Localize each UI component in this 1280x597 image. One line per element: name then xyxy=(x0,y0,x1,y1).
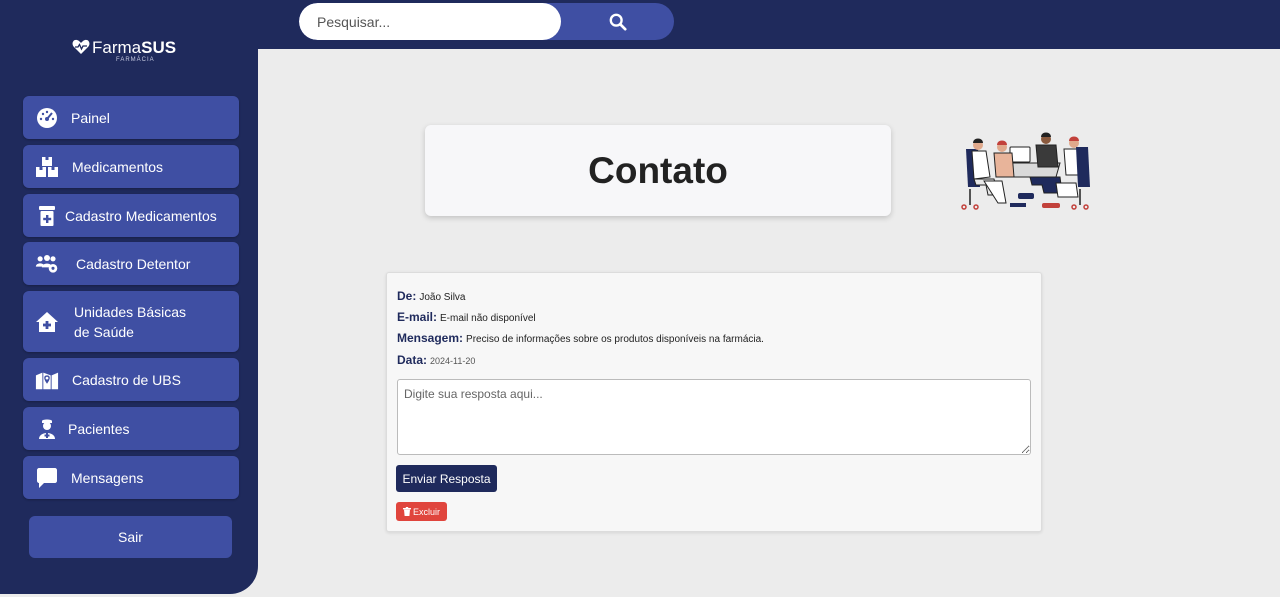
sidebar-item-painel[interactable]: Painel xyxy=(23,96,239,139)
sidebar-item-cadastro-detentor[interactable]: Cadastro Detentor xyxy=(23,242,239,285)
page-title-card: Contato xyxy=(425,125,891,216)
sidebar: FarmaSUS FARMÁCIA Painel Medicamentos Ca… xyxy=(0,0,258,594)
search-button[interactable] xyxy=(561,3,674,40)
reply-textarea[interactable] xyxy=(397,379,1031,455)
logo-text: FarmaSUS xyxy=(92,38,177,57)
message-card: De: João Silva E-mail: E-mail não disponív… xyxy=(386,272,1042,532)
logo: FarmaSUS FARMÁCIA xyxy=(72,36,182,66)
search-bar xyxy=(299,3,674,40)
user-nurse-icon xyxy=(35,417,59,441)
boxes-icon xyxy=(35,155,59,179)
gauge-icon xyxy=(35,106,59,130)
from-label: De: xyxy=(397,289,417,303)
sidebar-item-label: Mensagens xyxy=(71,469,144,486)
message-value: Preciso de informações sobre os produtos… xyxy=(466,334,764,345)
logout-button[interactable]: Sair xyxy=(29,516,232,558)
delete-button[interactable]: Excluir xyxy=(396,502,447,521)
sidebar-item-medicamentos[interactable]: Medicamentos xyxy=(23,145,239,188)
sidebar-item-label: Medicamentos xyxy=(72,158,164,175)
sidebar-item-label: Cadastro de UBS xyxy=(72,371,181,388)
sidebar-item-mensagens[interactable]: Mensagens xyxy=(23,456,239,499)
sidebar-item-label: Painel xyxy=(71,109,110,126)
sidebar-item-cadastro-medicamentos[interactable]: Cadastro Medicamentos xyxy=(23,194,239,237)
send-reply-button[interactable]: Enviar Resposta xyxy=(396,465,497,492)
page-title: Contato xyxy=(588,149,728,191)
sidebar-item-label: Cadastro Detentor xyxy=(76,255,191,272)
from-value: João Silva xyxy=(419,292,466,303)
message-label: Mensagem: xyxy=(397,331,464,345)
prescription-bottle-icon xyxy=(35,204,59,228)
house-medical-icon xyxy=(35,310,59,334)
delete-label: Excluir xyxy=(412,506,440,517)
map-location-icon xyxy=(35,368,59,392)
sidebar-item-label: Unidades Básicas de Saúde xyxy=(74,303,187,340)
search-input[interactable] xyxy=(299,3,561,40)
message-from-row: De: João Silva xyxy=(397,289,465,303)
heart-logo-icon xyxy=(72,39,90,54)
message-icon xyxy=(35,466,59,490)
email-value: E-mail não disponível xyxy=(440,313,536,324)
app-window: FarmaSUS FARMÁCIA Painel Medicamentos Ca… xyxy=(0,0,1280,597)
trash-icon xyxy=(402,507,411,516)
users-gear-icon xyxy=(35,252,59,276)
logo-subtitle: FARMÁCIA xyxy=(116,57,155,63)
date-label: Data: xyxy=(397,353,428,367)
sidebar-item-label: Pacientes xyxy=(68,420,130,437)
message-body-row: Mensagem: Preciso de informações sobre os… xyxy=(397,331,764,345)
email-label: E-mail: xyxy=(397,310,438,324)
message-date-row: Data: 2024-11-20 xyxy=(397,353,475,367)
sidebar-item-unidades-basicas[interactable]: Unidades Básicas de Saúde xyxy=(23,291,239,352)
message-email-row: E-mail: E-mail não disponível xyxy=(397,310,536,324)
sidebar-item-cadastro-ubs[interactable]: Cadastro de UBS xyxy=(23,358,239,401)
date-value: 2024-11-20 xyxy=(430,356,476,366)
sidebar-item-pacientes[interactable]: Pacientes xyxy=(23,407,239,450)
team-meeting-illustration xyxy=(961,132,1090,210)
sidebar-item-label: Cadastro Medicamentos xyxy=(65,207,217,224)
search-icon xyxy=(609,13,627,31)
